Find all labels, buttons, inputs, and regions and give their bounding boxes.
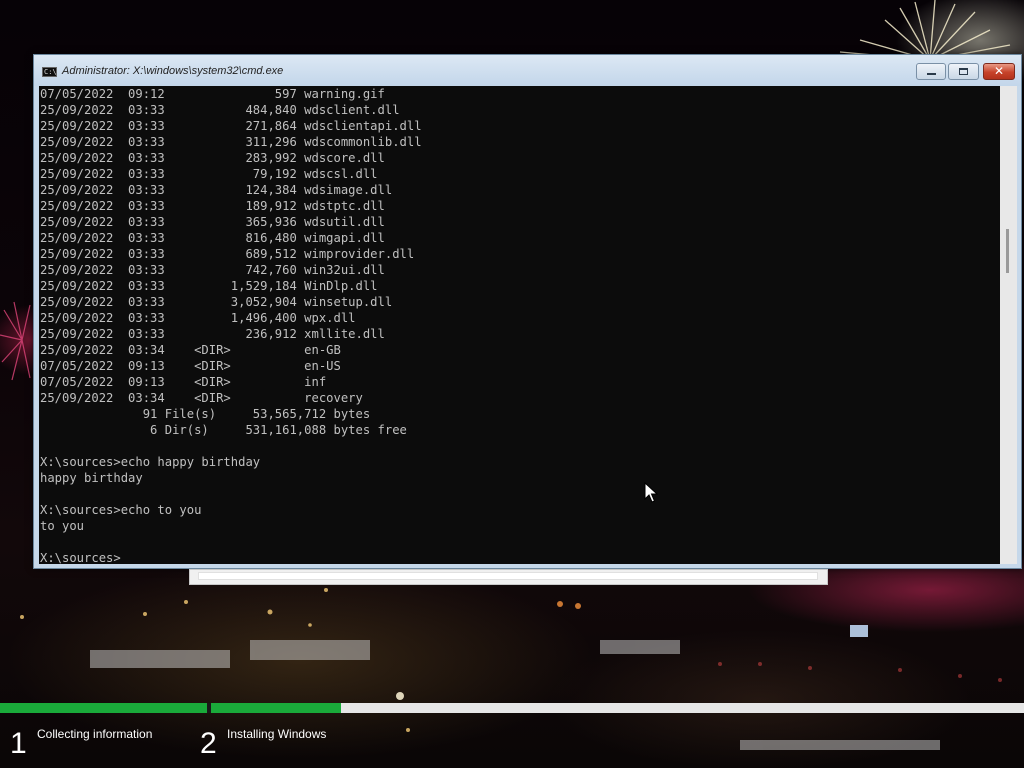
console-line: 91 File(s) 53,565,712 bytes <box>40 407 371 421</box>
console-line: 25/09/2022 03:34 <DIR> en-GB <box>40 343 341 357</box>
setup-progress-bar <box>0 703 1024 713</box>
console-line: happy birthday <box>40 471 143 485</box>
step-label: Collecting information <box>37 727 153 741</box>
console-line: 07/05/2022 09:13 <DIR> inf <box>40 375 327 389</box>
console-line: 25/09/2022 03:33 1,496,400 wpx.dll <box>40 311 356 325</box>
console-line: 25/09/2022 03:33 3,052,904 winsetup.dll <box>40 295 393 309</box>
console-line: 25/09/2022 03:33 124,384 wdsimage.dll <box>40 183 393 197</box>
console-text: 07/05/2022 09:12 597 warning.gif 25/09/20… <box>40 86 422 564</box>
console-line: 07/05/2022 09:12 597 warning.gif <box>40 87 385 101</box>
title-bar[interactable]: C:\ Administrator: X:\windows\system32\c… <box>34 55 1021 86</box>
minimize-button[interactable] <box>916 63 946 80</box>
maximize-button[interactable] <box>948 63 979 80</box>
console-output[interactable]: 07/05/2022 09:12 597 warning.gif 25/09/20… <box>39 86 1000 564</box>
console-line: X:\sources>echo happy birthday <box>40 455 261 469</box>
console-line: 25/09/2022 03:33 484,840 wdsclient.dll <box>40 103 400 117</box>
setup-dialog-edge <box>189 569 828 585</box>
progress-fill-installing <box>211 703 342 713</box>
setup-dialog-content <box>198 572 818 580</box>
console-line: 07/05/2022 09:13 <DIR> en-US <box>40 359 341 373</box>
console-line: 6 Dir(s) 531,161,088 bytes free <box>40 423 407 437</box>
console-line: 25/09/2022 03:33 271,864 wdsclientapi.dl… <box>40 119 422 133</box>
console-line: 25/09/2022 03:33 816,480 wimgapi.dll <box>40 231 385 245</box>
step-number: 2 <box>200 727 217 760</box>
close-button[interactable]: ✕ <box>983 63 1015 80</box>
progress-segment-collecting <box>0 703 207 713</box>
console-line: 25/09/2022 03:33 311,296 wdscommonlib.dl… <box>40 135 422 149</box>
console-line: X:\sources>echo to you <box>40 503 202 517</box>
minimize-icon <box>927 73 936 75</box>
console-line: 25/09/2022 03:33 79,192 wdscsl.dll <box>40 167 378 181</box>
window-title: Administrator: X:\windows\system32\cmd.e… <box>62 65 284 77</box>
console-line: 25/09/2022 03:33 189,912 wdstptc.dll <box>40 199 385 213</box>
console-line: 25/09/2022 03:33 236,912 xmllite.dll <box>40 327 385 341</box>
console-line: 25/09/2022 03:33 365,936 wdsutil.dll <box>40 215 385 229</box>
maximize-icon <box>959 68 968 75</box>
console-line: 25/09/2022 03:33 283,992 wdscore.dll <box>40 151 385 165</box>
console-line: 25/09/2022 03:34 <DIR> recovery <box>40 391 363 405</box>
console-line: 25/09/2022 03:33 742,760 win32ui.dll <box>40 263 385 277</box>
mouse-pointer-icon <box>644 482 658 503</box>
console-line: X:\sources> <box>40 551 121 564</box>
console-line: to you <box>40 519 85 533</box>
console-line: 25/09/2022 03:33 1,529,184 WinDlp.dll <box>40 279 378 293</box>
scrollbar-thumb[interactable] <box>1006 229 1009 273</box>
close-icon: ✕ <box>993 64 1005 78</box>
progress-fill-collecting <box>0 703 207 713</box>
step-number: 1 <box>10 727 27 760</box>
step-label: Installing Windows <box>227 727 327 741</box>
progress-segment-installing <box>211 703 1024 713</box>
console-line: 25/09/2022 03:33 689,512 wimprovider.dll <box>40 247 415 261</box>
cmd-icon: C:\ <box>42 67 57 77</box>
vertical-scrollbar[interactable] <box>1000 86 1017 564</box>
cmd-window[interactable]: C:\ Administrator: X:\windows\system32\c… <box>33 54 1022 569</box>
